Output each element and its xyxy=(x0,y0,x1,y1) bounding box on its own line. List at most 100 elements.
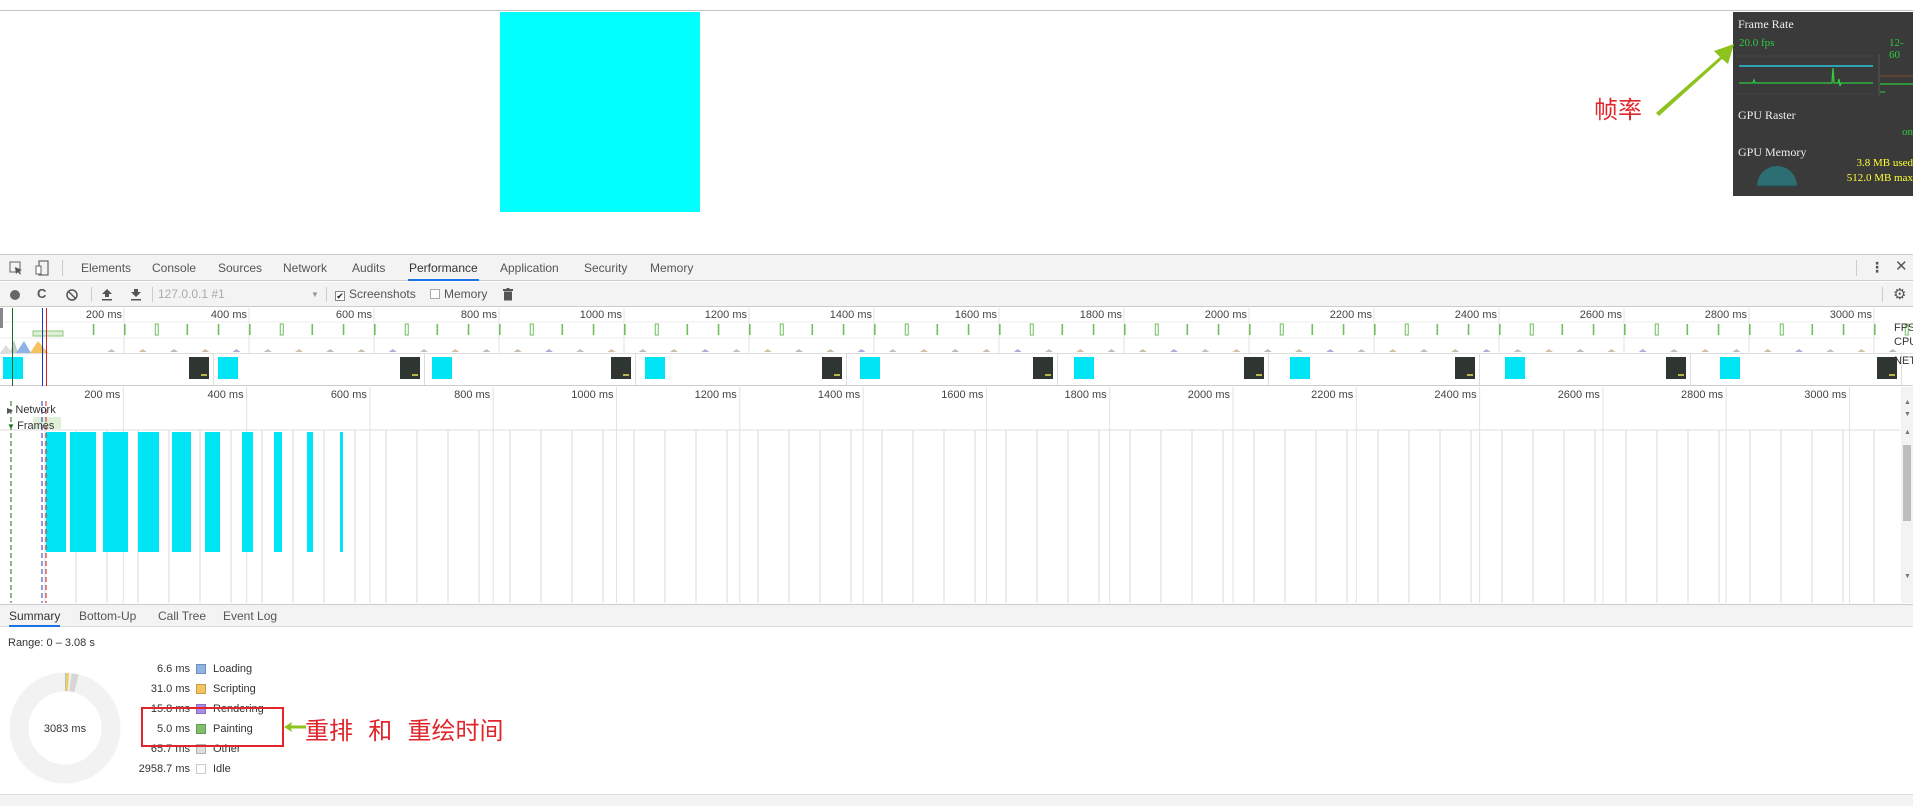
frame-screenshot xyxy=(70,432,96,552)
fps-value: 20.0 fps xyxy=(1739,37,1775,49)
divider xyxy=(1856,260,1857,276)
cpu-activity xyxy=(107,349,116,352)
divider xyxy=(326,287,327,302)
tab-console[interactable]: Console xyxy=(151,255,197,281)
cpu-activity xyxy=(1638,349,1647,352)
cpu-activity xyxy=(670,349,678,352)
fps-bar xyxy=(249,324,251,335)
scroll-up-icon[interactable]: ▲ xyxy=(1904,429,1911,436)
cpu-activity xyxy=(1076,349,1085,352)
fps-bar xyxy=(936,324,939,335)
scroll-down-icon[interactable]: ▼ xyxy=(1904,411,1911,418)
cpu-activity xyxy=(951,349,960,352)
memory-checkbox[interactable]: Memory xyxy=(430,282,487,307)
close-devtools-icon[interactable]: ✕ xyxy=(1895,258,1908,276)
screenshot-thumbnail[interactable] xyxy=(189,357,209,379)
animated-cyan-box xyxy=(500,12,700,212)
cpu-activity xyxy=(1201,349,1210,352)
screenshot-thumbnail[interactable] xyxy=(860,357,880,379)
screenshot-thumbnail[interactable] xyxy=(1455,357,1475,379)
screenshot-filmstrip[interactable] xyxy=(0,353,1913,386)
vertical-scrollbar[interactable]: ▲ ▼ ▲ ▼ xyxy=(1901,387,1913,603)
screenshots-checkbox[interactable]: ✔ Screenshots xyxy=(335,282,416,307)
cpu-activity xyxy=(1013,349,1022,352)
scroll-up-icon[interactable]: ▲ xyxy=(1904,399,1911,406)
screenshot-thumbnail[interactable] xyxy=(1033,357,1053,379)
profile-select[interactable]: 127.0.0.1 #1 ▼ xyxy=(158,282,319,307)
timeline-detail[interactable]: 200 ms 400 ms 600 ms 800 ms 1000 ms 1200 ms 14… xyxy=(0,387,1913,603)
gpu-memory-max: 512.0 MB max xyxy=(1846,172,1913,184)
screenshot-thumbnail[interactable] xyxy=(611,357,631,379)
tab-elements[interactable]: Elements xyxy=(80,255,132,281)
tab-security[interactable]: Security xyxy=(583,255,628,281)
cpu-activity xyxy=(1701,349,1710,352)
details-tab-event-log[interactable]: Event Log xyxy=(223,605,277,627)
fps-bar xyxy=(842,324,845,335)
screenshot-thumbnail[interactable] xyxy=(218,357,238,379)
track-frames[interactable]: ▼ Frames xyxy=(7,420,54,432)
overview-selection-handle[interactable] xyxy=(0,308,3,328)
tab-memory[interactable]: Memory xyxy=(649,255,694,281)
ruler-tick-label: 2400 ms xyxy=(1455,309,1498,321)
reload-record-icon[interactable]: C xyxy=(37,286,46,301)
load-profile-icon[interactable] xyxy=(102,289,112,301)
tab-application[interactable]: Application xyxy=(499,255,560,281)
ruler-tick-label: 1000 ms xyxy=(580,309,623,321)
performance-toolbar: C 127.0.0.1 #1 ▼ ✔ Screenshots Memory ⚙ xyxy=(0,282,1913,307)
fps-bar xyxy=(1717,324,1720,335)
cpu-activity xyxy=(1576,349,1585,352)
screenshot-thumbnail[interactable] xyxy=(1244,357,1264,379)
cpu-activity xyxy=(1388,349,1397,352)
fps-bar xyxy=(154,323,159,336)
more-options-icon[interactable]: ⋮ xyxy=(1870,259,1884,275)
frame-screenshot xyxy=(138,432,159,552)
legend-swatch xyxy=(196,664,206,674)
inspect-element-icon[interactable] xyxy=(9,261,23,275)
save-profile-icon[interactable] xyxy=(131,289,141,301)
track-network[interactable]: ▶ Network xyxy=(7,404,56,416)
marker-dom-content-loaded xyxy=(42,308,43,386)
screenshot-thumbnail[interactable] xyxy=(432,357,452,379)
cpu-activity xyxy=(1045,349,1053,352)
ruler-tick-label: 1400 ms xyxy=(830,309,873,321)
filmstrip-divider xyxy=(1268,354,1269,385)
ruler-tick-label: 2000 ms xyxy=(1205,309,1248,321)
screenshot-thumbnail[interactable] xyxy=(1666,357,1686,379)
fps-bar xyxy=(1061,324,1064,335)
screenshot-thumbnail[interactable] xyxy=(1720,357,1740,379)
tab-audits[interactable]: Audits xyxy=(351,255,386,281)
tab-sources[interactable]: Sources xyxy=(217,255,263,281)
ruler-tick-label: 200 ms xyxy=(86,309,123,321)
screenshot-thumbnail[interactable] xyxy=(645,357,665,379)
filmstrip-divider xyxy=(1901,354,1902,385)
screenshot-thumbnail[interactable] xyxy=(1505,357,1525,379)
fps-bar xyxy=(1874,324,1876,335)
gpu-memory-label: GPU Memory xyxy=(1738,145,1807,159)
divider xyxy=(1882,287,1883,302)
screenshot-thumbnail[interactable] xyxy=(3,357,23,379)
scroll-down-icon[interactable]: ▼ xyxy=(1904,573,1911,580)
screenshot-thumbnail[interactable] xyxy=(1877,357,1897,379)
tab-network[interactable]: Network xyxy=(282,255,328,281)
screenshot-thumbnail[interactable] xyxy=(400,357,420,379)
fps-bar xyxy=(686,324,689,335)
fps-graph xyxy=(1737,54,1913,96)
record-button[interactable] xyxy=(10,290,20,300)
capture-settings-gear-icon[interactable]: ⚙ xyxy=(1893,285,1906,303)
cpu-activity xyxy=(1763,349,1772,352)
screenshot-thumbnail[interactable] xyxy=(822,357,842,379)
fps-bar xyxy=(1842,324,1845,335)
cpu-activity xyxy=(1545,349,1553,352)
details-tab-summary[interactable]: Summary xyxy=(9,605,61,627)
annotation-frame-rate: 帧率 xyxy=(1594,96,1642,124)
details-tab-call-tree[interactable]: Call Tree xyxy=(158,605,206,627)
screenshot-thumbnail[interactable] xyxy=(1290,357,1310,379)
trash-icon[interactable] xyxy=(503,288,513,301)
details-tab-bottom-up[interactable]: Bottom-Up xyxy=(79,605,136,627)
clear-icon[interactable] xyxy=(66,289,78,301)
screenshot-thumbnail[interactable] xyxy=(1074,357,1094,379)
tab-performance[interactable]: Performance xyxy=(408,255,479,281)
cpu-activity xyxy=(1826,349,1835,352)
scrollbar-thumb[interactable] xyxy=(1903,445,1911,521)
device-toolbar-icon[interactable] xyxy=(35,260,49,276)
